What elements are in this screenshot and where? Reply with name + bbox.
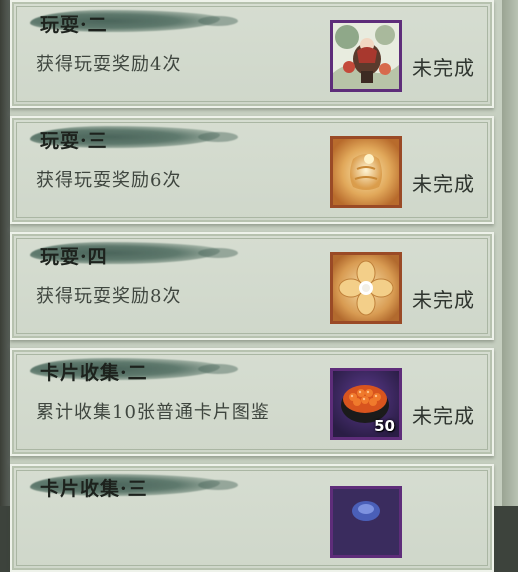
task-title: 玩耍·二 (40, 14, 108, 36)
task-card[interactable]: 卡片收集·三 (10, 464, 494, 572)
illustrated-card-icon[interactable] (330, 20, 402, 92)
task-card[interactable]: 玩耍·二 获得玩耍奖励4次 未完成 (10, 0, 494, 108)
task-title: 卡片收集·二 (40, 362, 148, 384)
task-title: 玩耍·三 (40, 130, 108, 152)
task-card[interactable]: 玩耍·三 获得玩耍奖励6次 未完成 (10, 116, 494, 224)
task-card[interactable]: 玩耍·四 获得玩耍奖励8次 未完成 (10, 232, 494, 340)
task-description: 获得玩耍奖励6次 (36, 170, 182, 191)
right-frame-border (502, 0, 518, 506)
status-label: 未完成 (412, 404, 475, 428)
left-frame-border (0, 0, 10, 506)
status-label: 未完成 (412, 172, 475, 196)
task-list[interactable]: 玩耍·二 获得玩耍奖励4次 未完成 玩耍·三 获得玩耍奖励6次 未完成 玩耍·四… (10, 0, 502, 572)
reward-quantity: 50 (374, 417, 395, 435)
task-description: 获得玩耍奖励8次 (36, 286, 182, 307)
task-title: 卡片收集·三 (40, 478, 148, 500)
status-label: 未完成 (412, 288, 475, 312)
task-description: 获得玩耍奖励4次 (36, 54, 182, 75)
status-label: 未完成 (412, 56, 475, 80)
golden-flower-icon[interactable] (330, 252, 402, 324)
task-card[interactable]: 卡片收集·二 累计收集10张普通卡片图鉴 50 未完成 (10, 348, 494, 456)
golden-bell-icon[interactable] (330, 136, 402, 208)
task-description: 累计收集10张普通卡片图鉴 (36, 402, 270, 423)
purple-item-icon[interactable] (330, 486, 402, 558)
sushi-icon[interactable]: 50 (330, 368, 402, 440)
task-title: 玩耍·四 (40, 246, 108, 268)
